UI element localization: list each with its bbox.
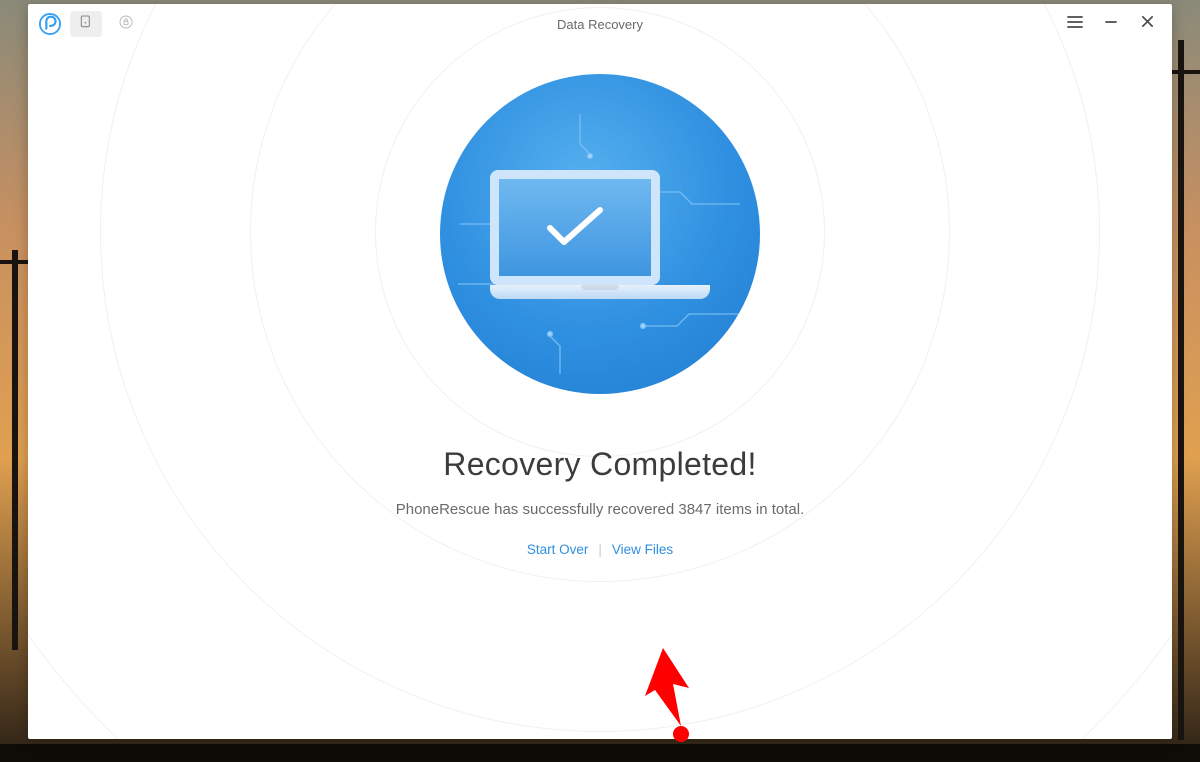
- view-files-link[interactable]: View Files: [612, 542, 673, 557]
- mode-data-recovery-button[interactable]: [70, 11, 102, 37]
- laptop-check-icon: [490, 170, 710, 299]
- lock-icon: [118, 14, 134, 35]
- desktop-background-element: [12, 250, 18, 650]
- app-window: Data Recovery: [28, 4, 1172, 739]
- main-content: Recovery Completed! PhoneRescue has succ…: [28, 44, 1172, 739]
- hamburger-icon: [1067, 15, 1083, 34]
- close-button[interactable]: [1136, 13, 1158, 35]
- titlebar: Data Recovery: [28, 4, 1172, 44]
- status-subtext: PhoneRescue has successfully recovered 3…: [396, 501, 805, 518]
- document-icon: [78, 14, 94, 35]
- action-links: Start Over | View Files: [527, 542, 673, 557]
- app-logo-icon: [38, 12, 62, 36]
- desktop-background-element: [1178, 40, 1184, 740]
- link-separator: |: [598, 542, 602, 557]
- window-title: Data Recovery: [28, 17, 1172, 32]
- page-heading: Recovery Completed!: [443, 446, 756, 483]
- close-icon: [1141, 15, 1154, 33]
- desktop-background-element: [0, 744, 1200, 762]
- success-illustration: [440, 74, 760, 394]
- start-over-link[interactable]: Start Over: [527, 542, 589, 557]
- mode-lock-removal-button[interactable]: [110, 11, 142, 37]
- minimize-icon: [1104, 15, 1118, 34]
- menu-button[interactable]: [1064, 13, 1086, 35]
- minimize-button[interactable]: [1100, 13, 1122, 35]
